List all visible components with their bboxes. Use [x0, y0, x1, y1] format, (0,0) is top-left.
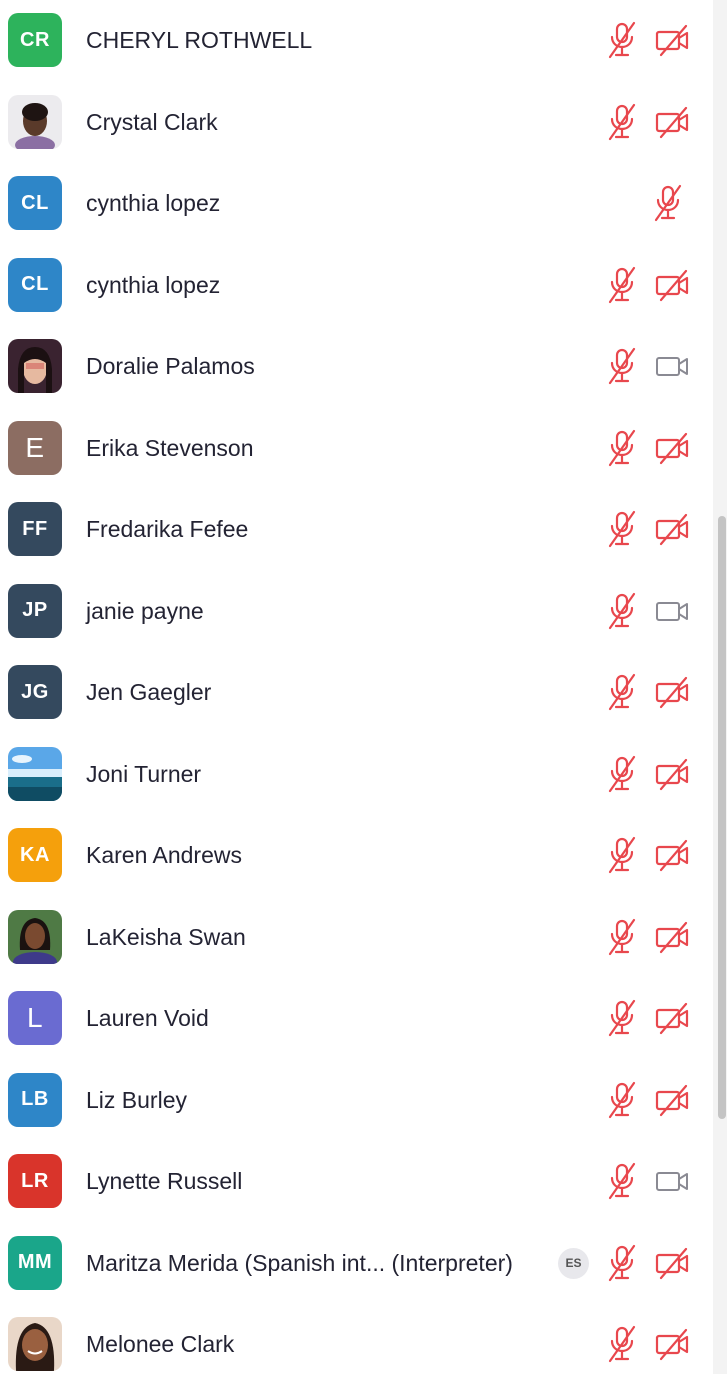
participant-row[interactable]: LR Lynette Russell: [0, 1141, 713, 1222]
video-camera-icon[interactable]: [653, 593, 691, 629]
video-camera-icon[interactable]: [653, 1163, 691, 1199]
avatar-initials: CL: [21, 191, 49, 214]
avatar: CL: [8, 257, 62, 312]
participant-name: Maritza Merida (Spanish int... (Interpre…: [86, 1249, 513, 1276]
language-badge: ES: [558, 1247, 589, 1279]
avatar-initials: JG: [21, 680, 49, 703]
participant-name: Erika Stevenson: [86, 434, 254, 461]
microphone-muted-icon[interactable]: [604, 346, 640, 386]
avatar-initials: LB: [21, 1088, 49, 1110]
participant-name: Jen Gaegler: [86, 679, 212, 705]
video-camera-off-icon[interactable]: [653, 1082, 691, 1118]
avatar-initials: JP: [22, 599, 48, 621]
participant-row[interactable]: LB Liz Burley: [0, 1060, 713, 1141]
microphone-muted-icon[interactable]: [604, 509, 640, 549]
avatar-initials: L: [26, 1002, 44, 1033]
participant-name: Karen Andrews: [86, 842, 242, 868]
video-camera-off-icon[interactable]: [653, 674, 691, 710]
participant-name: cynthia lopez: [86, 190, 221, 216]
participants-list: CR CHERYL ROTHWELL Crystal Clark CL cynthia …: [0, 0, 713, 1374]
participant-row[interactable]: CL cynthia lopez: [0, 163, 713, 244]
video-camera-off-icon[interactable]: [653, 511, 691, 547]
avatar-initials: LR: [21, 1169, 49, 1192]
participant-name: Joni Turner: [86, 760, 202, 787]
avatar-initials: E: [25, 431, 45, 463]
video-camera-off-icon[interactable]: [653, 430, 691, 466]
video-camera-off-icon[interactable]: [653, 22, 691, 58]
microphone-muted-icon[interactable]: [604, 917, 640, 957]
participant-row[interactable]: MM Maritza Merida (Spanish int... (Interp…: [0, 1223, 713, 1304]
avatar: JG: [8, 665, 62, 719]
avatar-initials: FF: [22, 517, 48, 540]
avatar-initials: KA: [20, 843, 50, 866]
participant-row[interactable]: CR CHERYL ROTHWELL: [0, 0, 713, 81]
avatar: FF: [8, 502, 62, 556]
participant-row[interactable]: FF Fredarika Fefee: [0, 489, 713, 570]
participant-name: Melonee Clark: [86, 1331, 235, 1357]
participant-name: Lauren Void: [86, 1005, 209, 1031]
participant-name: LaKeisha Swan: [86, 923, 246, 950]
participant-name: cynthia lopez: [86, 271, 221, 298]
participant-row[interactable]: JP janie payne: [0, 571, 713, 652]
microphone-muted-icon[interactable]: [604, 998, 640, 1038]
avatar: CR: [8, 13, 62, 67]
avatar-initials: CR: [20, 28, 50, 51]
video-camera-off-icon[interactable]: [653, 1245, 691, 1281]
participant-row[interactable]: CL cynthia lopez: [0, 245, 713, 326]
microphone-muted-icon[interactable]: [604, 672, 640, 712]
microphone-muted-icon[interactable]: [604, 835, 640, 875]
microphone-muted-icon[interactable]: [650, 183, 686, 223]
microphone-muted-icon[interactable]: [604, 265, 640, 305]
video-camera-off-icon[interactable]: [653, 756, 691, 792]
microphone-muted-icon[interactable]: [604, 1243, 640, 1283]
avatar: [8, 339, 62, 393]
avatar-initials: MM: [17, 1251, 53, 1273]
avatar: L: [8, 991, 62, 1045]
avatar: [8, 1317, 62, 1371]
participant-name: janie payne: [86, 597, 204, 624]
video-camera-off-icon[interactable]: [653, 837, 691, 873]
participant-row[interactable]: L Lauren Void: [0, 978, 713, 1059]
participant-name: Liz Burley: [86, 1086, 187, 1113]
avatar: E: [8, 420, 62, 475]
participant-name: Crystal Clark: [86, 108, 218, 135]
participant-row[interactable]: Melonee Clark: [0, 1304, 713, 1385]
avatar: KA: [8, 828, 62, 882]
microphone-muted-icon[interactable]: [604, 102, 640, 142]
participant-name: Doralie Palamos: [86, 353, 255, 379]
participant-row[interactable]: JG Jen Gaegler: [0, 652, 713, 733]
video-camera-off-icon[interactable]: [653, 267, 691, 303]
participant-name: CHERYL ROTHWELL: [86, 27, 313, 53]
microphone-muted-icon[interactable]: [604, 591, 640, 631]
avatar-initials: CL: [21, 273, 49, 295]
avatar: MM: [8, 1235, 62, 1290]
scrollbar-thumb[interactable]: [718, 516, 726, 1119]
avatar: [8, 94, 62, 149]
avatar: CL: [8, 176, 62, 230]
video-camera-off-icon[interactable]: [653, 104, 691, 140]
microphone-muted-icon[interactable]: [604, 1161, 640, 1201]
avatar: [8, 746, 62, 801]
microphone-muted-icon[interactable]: [604, 754, 640, 794]
microphone-muted-icon[interactable]: [604, 1080, 640, 1120]
participant-row[interactable]: LaKeisha Swan: [0, 897, 713, 978]
participant-row[interactable]: E Erika Stevenson: [0, 408, 713, 489]
participant-row[interactable]: Crystal Clark: [0, 82, 713, 163]
video-camera-icon[interactable]: [653, 348, 691, 384]
avatar: LR: [8, 1154, 62, 1208]
avatar: JP: [8, 583, 62, 638]
avatar: [8, 909, 62, 964]
video-camera-off-icon[interactable]: [653, 1326, 691, 1362]
microphone-muted-icon[interactable]: [604, 1324, 640, 1364]
avatar: LB: [8, 1072, 62, 1127]
video-camera-off-icon[interactable]: [653, 1000, 691, 1036]
microphone-muted-icon[interactable]: [604, 428, 640, 468]
participant-row[interactable]: KA Karen Andrews: [0, 815, 713, 896]
microphone-muted-icon[interactable]: [604, 20, 640, 60]
participant-name: Fredarika Fefee: [86, 516, 249, 542]
participant-row[interactable]: Joni Turner: [0, 734, 713, 815]
participant-name: Lynette Russell: [86, 1168, 243, 1194]
video-camera-off-icon[interactable]: [653, 919, 691, 955]
participant-row[interactable]: Doralie Palamos: [0, 326, 713, 407]
